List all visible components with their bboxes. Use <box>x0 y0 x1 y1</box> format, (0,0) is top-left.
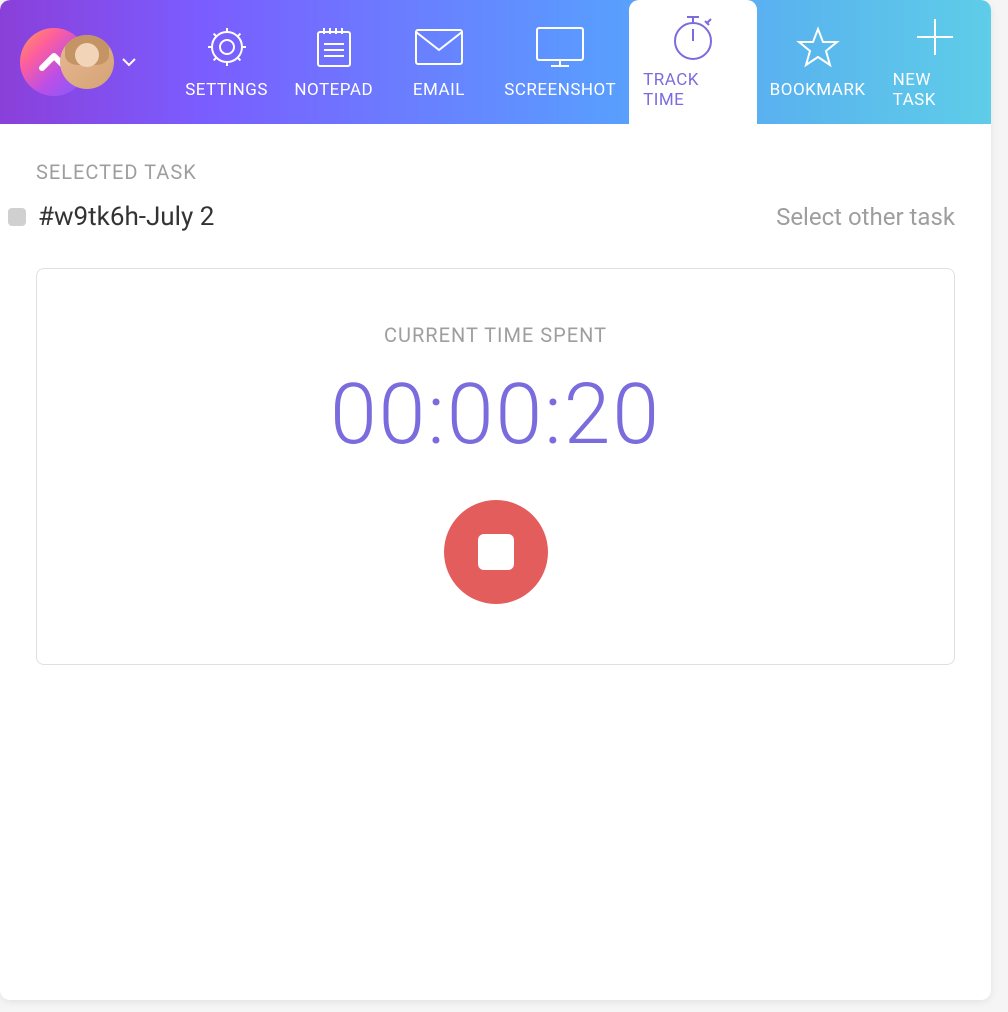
header: SETTINGS NOTEPAD <box>0 0 991 124</box>
tab-label: NEW TASK <box>893 70 977 110</box>
content-area: SELECTED TASK #w9tk6h-July 2 Select othe… <box>0 124 991 701</box>
tab-label: TRACK TIME <box>643 70 743 110</box>
chevron-down-icon[interactable] <box>122 53 136 72</box>
tab-label: SCREENSHOT <box>504 80 616 100</box>
screenshot-icon <box>535 24 585 70</box>
tab-screenshot[interactable]: SCREENSHOT <box>491 0 629 124</box>
tab-new-task[interactable]: NEW TASK <box>879 0 991 124</box>
stop-icon <box>478 534 514 570</box>
timer-card: CURRENT TIME SPENT 00:00:20 <box>36 268 955 665</box>
task-row: #w9tk6h-July 2 Select other task <box>8 202 955 232</box>
timer-label: CURRENT TIME SPENT <box>384 323 607 347</box>
task-status-checkbox[interactable] <box>8 208 26 226</box>
timer-value: 00:00:20 <box>330 365 661 464</box>
notepad-icon <box>314 24 354 70</box>
tab-bookmark[interactable]: BOOKMARK <box>757 0 879 124</box>
user-avatar[interactable] <box>60 35 114 89</box>
selected-task-label: SELECTED TASK <box>36 160 955 184</box>
tab-label: BOOKMARK <box>770 80 866 100</box>
tab-settings[interactable]: SETTINGS <box>172 0 281 124</box>
select-other-task-link[interactable]: Select other task <box>776 203 955 231</box>
tab-label: SETTINGS <box>185 80 268 100</box>
tabs: SETTINGS NOTEPAD <box>172 0 991 124</box>
stop-timer-button[interactable] <box>444 500 548 604</box>
tab-notepad[interactable]: NOTEPAD <box>281 0 386 124</box>
tab-label: EMAIL <box>413 80 465 100</box>
plus-icon <box>915 14 955 60</box>
stopwatch-icon <box>671 14 715 60</box>
logo-area <box>0 28 156 96</box>
star-icon <box>796 24 840 70</box>
gear-icon <box>204 24 250 70</box>
tab-label: NOTEPAD <box>294 80 373 100</box>
app-window: SETTINGS NOTEPAD <box>0 0 991 1000</box>
email-icon <box>414 24 464 70</box>
task-title[interactable]: #w9tk6h-July 2 <box>38 202 214 232</box>
task-info: #w9tk6h-July 2 <box>8 202 214 232</box>
tab-email[interactable]: EMAIL <box>386 0 491 124</box>
tab-track-time[interactable]: TRACK TIME <box>629 0 757 124</box>
